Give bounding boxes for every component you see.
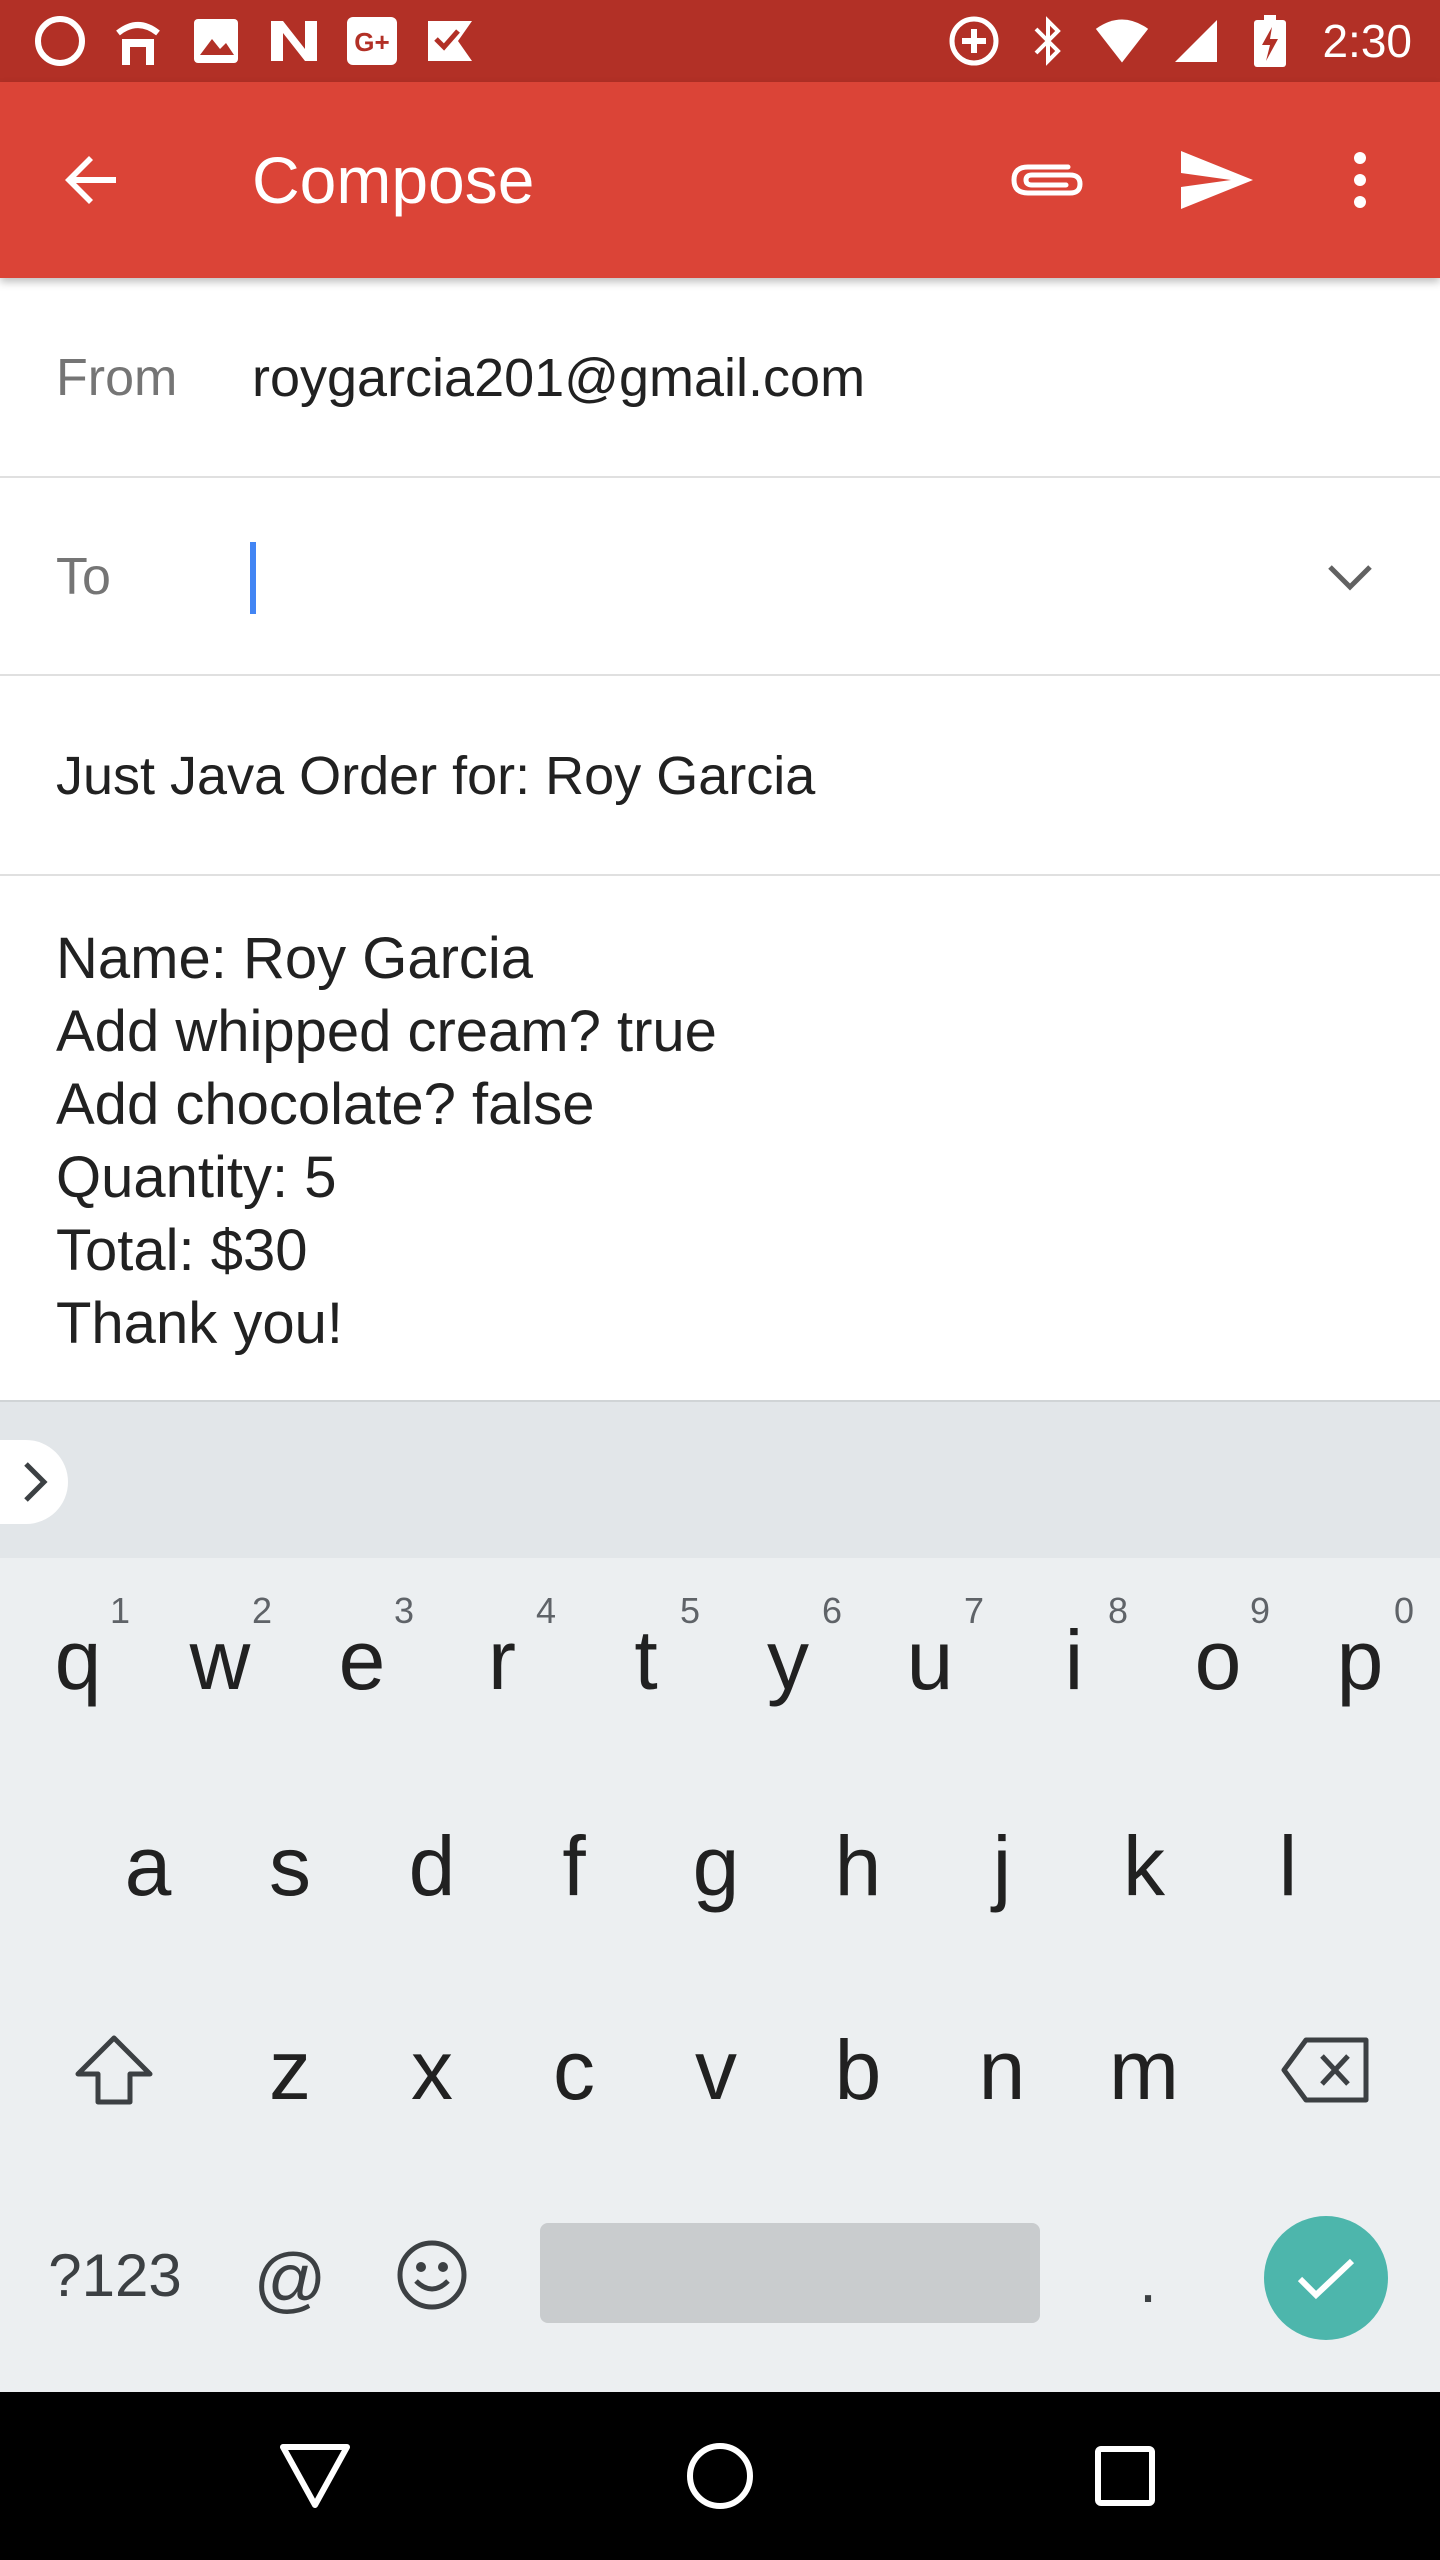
key-k[interactable]: k: [1086, 1786, 1202, 1946]
battery-charging-icon: [1242, 13, 1298, 69]
key-hint: 2: [252, 1590, 273, 1631]
key-x[interactable]: x: [374, 1990, 490, 2150]
key-s[interactable]: s: [232, 1786, 348, 1946]
symbols-key[interactable]: ?123: [30, 2200, 200, 2350]
status-bar: G+ 2:30: [0, 0, 1440, 82]
key-hint: 1: [110, 1590, 131, 1631]
google-plus-notification-icon: G+: [344, 13, 400, 69]
body-line: Thank you!: [56, 1291, 343, 1356]
page-title: Compose: [252, 143, 535, 217]
key-hint: 5: [680, 1590, 701, 1631]
space-key[interactable]: [540, 2223, 1040, 2323]
chevron-down-icon[interactable]: [1310, 538, 1390, 618]
key-l[interactable]: l: [1230, 1786, 1346, 1946]
from-row[interactable]: From roygarcia201@gmail.com: [0, 278, 1440, 478]
key-n[interactable]: n: [944, 1990, 1060, 2150]
from-account[interactable]: roygarcia201@gmail.com: [252, 278, 865, 478]
suggestion-toggle[interactable]: [0, 1440, 68, 1524]
key-g[interactable]: g: [658, 1786, 774, 1946]
to-row: To: [0, 478, 1440, 676]
back-nav-icon[interactable]: [265, 2426, 365, 2526]
news-notification-icon: [266, 13, 322, 69]
message-body[interactable]: Name: Roy Garcia Add whipped cream? true…: [56, 922, 1396, 1360]
key-hint: 3: [394, 1590, 415, 1631]
key-m[interactable]: m: [1086, 1990, 1202, 2150]
backspace-icon: [1281, 2037, 1369, 2103]
from-label: From: [56, 349, 178, 407]
key-hint: 4: [536, 1590, 557, 1631]
emoji-key[interactable]: [374, 2200, 490, 2350]
to-label: To: [56, 548, 111, 606]
key-d[interactable]: d: [374, 1786, 490, 1946]
key-j[interactable]: j: [944, 1786, 1060, 1946]
accessibility-notification-icon: [110, 13, 166, 69]
back-arrow-icon[interactable]: [52, 140, 132, 220]
emoji-icon: [397, 2240, 467, 2310]
at-key[interactable]: @: [232, 2200, 348, 2360]
data-saver-icon: [946, 13, 1002, 69]
body-line: Total: $30: [56, 1218, 308, 1283]
navigation-bar: [0, 2392, 1440, 2560]
key-hint: 0: [1394, 1590, 1415, 1631]
key-hint: 6: [822, 1590, 843, 1631]
key-f[interactable]: f: [516, 1786, 632, 1946]
chevron-right-icon: [24, 1462, 48, 1502]
period-key[interactable]: .: [1090, 2200, 1206, 2360]
subject-row[interactable]: Just Java Order for: Roy Garcia: [0, 676, 1440, 876]
circle-notification-icon: [32, 13, 88, 69]
key-b[interactable]: b: [800, 1990, 916, 2150]
subject-field[interactable]: Just Java Order for: Roy Garcia: [56, 676, 815, 876]
svg-text:G+: G+: [354, 27, 389, 57]
bluetooth-icon: [1020, 13, 1076, 69]
attach-icon[interactable]: [1004, 140, 1092, 220]
task-notification-icon: [422, 13, 478, 69]
status-time: 2:30: [1322, 15, 1412, 67]
send-icon[interactable]: [1172, 138, 1262, 222]
key-a[interactable]: a: [90, 1786, 206, 1946]
body-line: Quantity: 5: [56, 1145, 337, 1210]
suggestion-strip: [0, 1400, 1440, 1558]
body-line: Name: Roy Garcia: [56, 926, 534, 991]
key-v[interactable]: v: [658, 1990, 774, 2150]
text-cursor: [250, 542, 256, 614]
body-line: Add chocolate? false: [56, 1072, 595, 1137]
shift-key[interactable]: [54, 1990, 174, 2150]
key-hint: 9: [1250, 1590, 1271, 1631]
shift-arrow-icon: [75, 2035, 153, 2105]
more-options-icon[interactable]: [1330, 140, 1390, 220]
keyboard: q w e r t y u i o p 1 2 3 4 5 6 7 8 9 0 …: [0, 1400, 1440, 2392]
backspace-key[interactable]: [1256, 1990, 1396, 2150]
key-c[interactable]: c: [516, 1990, 632, 2150]
to-input[interactable]: [248, 540, 1248, 614]
enter-key[interactable]: [1264, 2216, 1388, 2340]
checkmark-icon: [1297, 2258, 1355, 2300]
key-z[interactable]: z: [232, 1990, 348, 2150]
key-hint: 7: [964, 1590, 985, 1631]
app-bar: Compose: [0, 82, 1440, 278]
wifi-icon: [1094, 13, 1150, 69]
image-notification-icon: [188, 13, 244, 69]
home-nav-icon[interactable]: [670, 2426, 770, 2526]
recents-nav-icon[interactable]: [1075, 2426, 1175, 2526]
body-line: Add whipped cream? true: [56, 999, 717, 1064]
key-h[interactable]: h: [800, 1786, 916, 1946]
cell-signal-icon: [1168, 13, 1224, 69]
key-hint: 8: [1108, 1590, 1129, 1631]
